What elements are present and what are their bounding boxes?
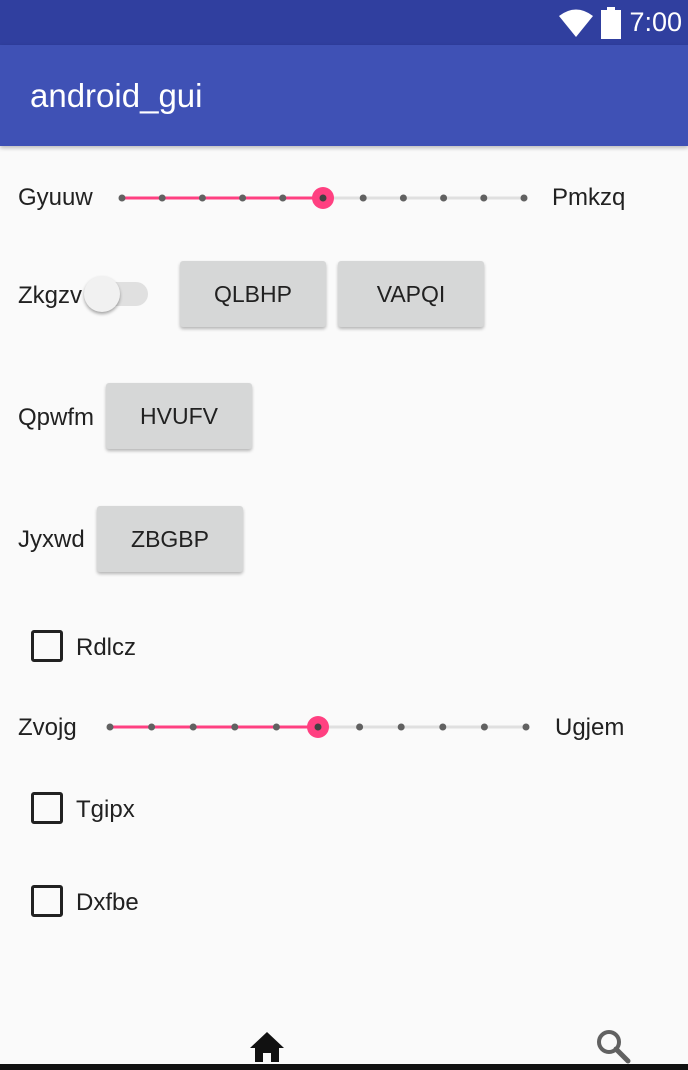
app-bar: android_gui — [0, 45, 688, 146]
switch-label: Zkgzv — [18, 282, 83, 309]
seekbar-zvojg[interactable] — [106, 712, 530, 742]
slider-tick — [520, 194, 528, 202]
tgipx-checkbox[interactable] — [31, 792, 63, 824]
slider-tick — [106, 723, 114, 731]
status-bar: 7:00 — [0, 0, 688, 45]
zbgbp-button[interactable]: ZBGBP — [97, 506, 243, 572]
slider1-track — [118, 187, 528, 209]
dxfbe-checkbox[interactable] — [31, 885, 63, 917]
slider-tick — [198, 194, 206, 202]
app-title: android_gui — [30, 77, 203, 114]
battery-icon — [601, 6, 622, 39]
slider-tick — [439, 723, 447, 731]
slider-tick — [397, 723, 405, 731]
hvufv-button[interactable]: HVUFV — [106, 383, 252, 449]
slider2-track — [106, 716, 530, 738]
slider-tick — [359, 194, 367, 202]
bottom-edge — [0, 1064, 688, 1070]
wifi-icon — [559, 9, 594, 37]
qpwfm-label: Qpwfm — [18, 404, 95, 431]
slider2-start-label: Zvojg — [18, 714, 77, 741]
home-icon[interactable] — [247, 1026, 287, 1066]
dxfbe-checkbox-label: Dxfbe — [76, 889, 139, 916]
rdlcz-checkbox-label: Rdlcz — [76, 634, 137, 661]
qlbhp-button[interactable]: QLBHP — [180, 261, 326, 327]
slider2-end-label: Ugjem — [555, 714, 625, 741]
slider-tick — [158, 194, 166, 202]
slider-tick — [356, 723, 364, 731]
status-icons: 7:00 — [559, 0, 682, 45]
slider-tick — [231, 723, 239, 731]
slider-tick — [189, 723, 197, 731]
slider-thumb-tick — [314, 723, 322, 731]
bottom-navigation — [0, 1018, 688, 1070]
slider-tick — [279, 194, 287, 202]
switch-thumb — [84, 276, 120, 312]
search-icon[interactable] — [593, 1026, 633, 1066]
slider-tick — [118, 194, 126, 202]
slider-tick — [522, 723, 530, 731]
tgipx-checkbox-label: Tgipx — [76, 796, 135, 823]
vapqi-button[interactable]: VAPQI — [338, 261, 484, 327]
slider-tick — [440, 194, 448, 202]
slider1-start-label: Gyuuw — [18, 184, 93, 211]
slider-tick — [148, 723, 156, 731]
slider-thumb-tick — [319, 194, 327, 202]
rdlcz-checkbox[interactable] — [31, 630, 63, 662]
slider-tick — [480, 194, 488, 202]
toggle-switch-zkgzv[interactable] — [84, 276, 150, 312]
seekbar-gyuuw[interactable] — [118, 183, 528, 213]
slider-tick — [480, 723, 488, 731]
jyxwd-label: Jyxwd — [18, 526, 85, 553]
slider-tick — [272, 723, 280, 731]
status-time: 7:00 — [629, 7, 682, 37]
slider-tick — [399, 194, 407, 202]
slider1-end-label: Pmkzq — [552, 184, 626, 211]
slider-tick — [239, 194, 247, 202]
